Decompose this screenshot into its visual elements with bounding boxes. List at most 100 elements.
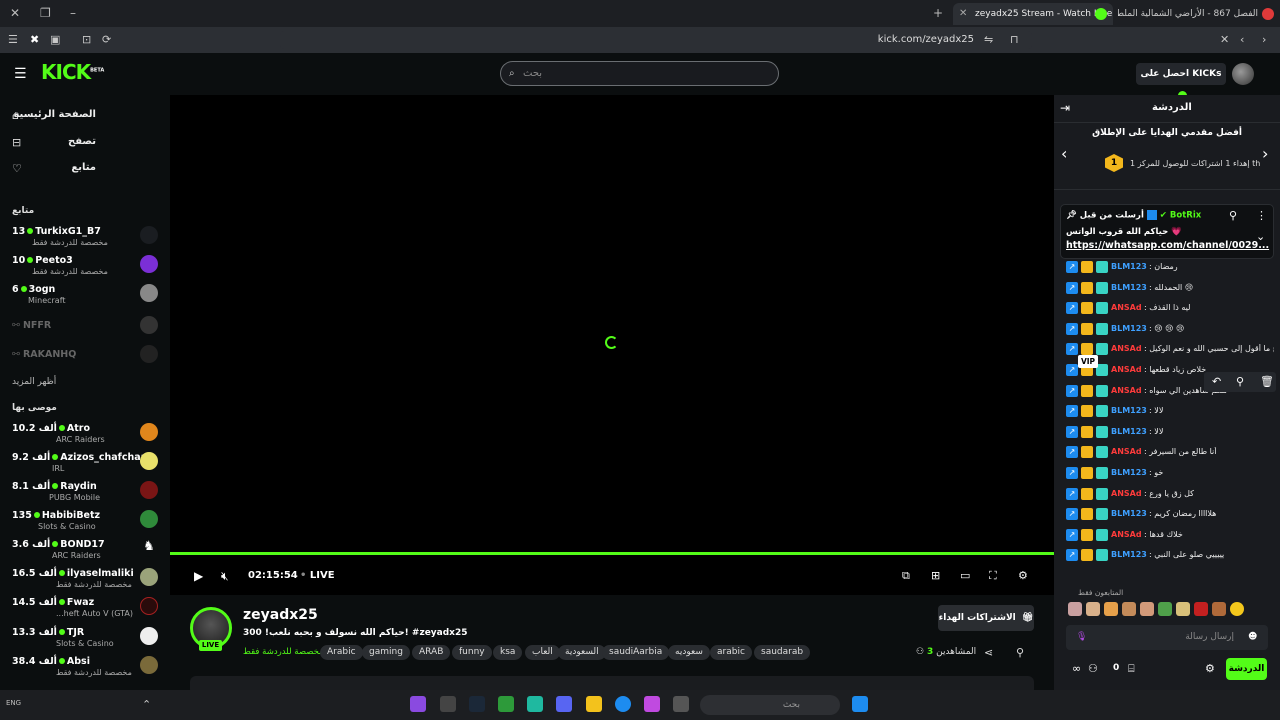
app-discord-icon[interactable] (556, 696, 572, 712)
emote-icon[interactable] (1068, 602, 1082, 616)
chat-message[interactable]: ↗ BLM123: خو (1066, 465, 1274, 483)
play-button[interactable]: ▶ (194, 569, 203, 583)
chat-username[interactable]: BLM123 (1111, 468, 1147, 477)
tag[interactable]: ARAB (412, 645, 451, 660)
stream-category[interactable]: مخصصة للدردشة فقط (243, 647, 324, 657)
chat-message[interactable]: ↗ ANSAd: خلاك قدها (1066, 527, 1274, 545)
chat-message[interactable]: ↗ ANSAd: أنا طالع من السيرفر (1066, 444, 1274, 462)
app-copilot-icon[interactable] (644, 696, 660, 712)
x-app-icon[interactable]: ✖ (30, 33, 39, 47)
windows-start-icon[interactable] (852, 696, 868, 712)
settings-gear-icon[interactable]: ⚙ (1018, 569, 1028, 583)
chat-message[interactable]: ↗ BLM123: الحمدلله 😢 (1066, 280, 1274, 298)
user-avatar[interactable] (1232, 63, 1254, 85)
trash-icon[interactable]: 🗑︎ (1260, 375, 1274, 389)
chat-message[interactable]: ↗ ANSAd: ليه ذا القذف (1066, 300, 1274, 318)
people-icon[interactable]: ⚇ (1088, 662, 1098, 676)
chat-username[interactable]: ANSAd (1111, 386, 1142, 395)
hamburger-menu-icon[interactable]: ☰ (14, 67, 27, 81)
tab-inactive[interactable]: الفصل 867 - الأراضي الشمالية الملطخة (1118, 3, 1278, 25)
pinned-message-link[interactable]: https://whatsapp.com/channel/0029... (1066, 240, 1269, 251)
chat-username[interactable]: BLM123 (1111, 262, 1147, 271)
chat-message[interactable]: ↗ ANSAd: كل زق يا ورع (1066, 486, 1274, 504)
url-field[interactable]: kick.com/zeyadx25 (280, 31, 1032, 49)
emoji-icon[interactable]: ☻ (1248, 625, 1257, 650)
search-input[interactable]: ⌕ بحث (500, 61, 779, 86)
chevron-left-icon[interactable]: ‹ (1061, 146, 1067, 162)
app-kick-icon[interactable] (410, 696, 426, 712)
chat-message[interactable]: ↗ BLM123: رمضان (1066, 259, 1274, 277)
chat-message[interactable]: ↗ BLM123: لالا (1066, 403, 1274, 421)
gift-subscriptions-button[interactable]: الاشتراكات الهداء 🎁︎ (938, 605, 1034, 631)
chat-username[interactable]: BLM123 (1111, 324, 1147, 333)
tag[interactable]: السعودية (558, 645, 606, 660)
minimize-window-icon[interactable]: – (70, 6, 76, 20)
sidebar-channel-3ogn[interactable]: 6 3ogn Minecraft (12, 284, 162, 310)
chat-message[interactable]: ↗ BLM123: لالا (1066, 424, 1274, 442)
tag[interactable]: funny (452, 645, 492, 660)
emote-icon[interactable] (1140, 602, 1154, 616)
app-steam-icon[interactable] (469, 696, 485, 712)
reader-mode-icon[interactable]: ⇋ (984, 33, 993, 47)
chat-settings-icon[interactable]: ⚙ (1205, 662, 1215, 676)
nav-home[interactable]: الصفحة الرئيسية (12, 109, 96, 120)
app-edge-icon[interactable] (615, 696, 631, 712)
chat-username[interactable]: ANSAd (1111, 530, 1142, 539)
tag[interactable]: gaming (362, 645, 410, 660)
emote-icon[interactable] (1212, 602, 1226, 616)
chat-message[interactable]: ↗ BLM123: هلااااا رمضان كريم (1066, 506, 1274, 524)
app-window-icon[interactable] (673, 696, 689, 712)
chevron-up-icon[interactable]: ⌃ (142, 698, 151, 712)
clip-icon[interactable]: ⊞ (931, 569, 940, 583)
tag[interactable]: سعوديه (668, 645, 710, 660)
app-play-icon[interactable] (498, 696, 514, 712)
chat-message[interactable]: ↗ BLM123: يييييي صلو على النبي (1066, 547, 1274, 565)
bookmark-icon[interactable]: ⊓ (1010, 33, 1019, 47)
gift-icon[interactable]: ⌸ (1128, 662, 1135, 676)
sidebar-channel-nffr[interactable]: ⚯ NFFR (12, 316, 162, 346)
tag[interactable]: Arabic (320, 645, 363, 660)
sync-icon[interactable]: ⟳ (102, 33, 111, 47)
sidebar-rec-raydin[interactable]: 8.1 ألف Raydin PUBG Mobile (12, 481, 162, 507)
microphone-icon[interactable]: 🎙︎ (1076, 625, 1087, 650)
close-icon[interactable]: ✕ (1220, 33, 1229, 47)
app-settings-icon[interactable] (440, 696, 456, 712)
chat-username[interactable]: ANSAd (1111, 447, 1142, 456)
back-icon[interactable]: ‹ (1240, 33, 1244, 47)
emote-icon[interactable] (1230, 602, 1244, 616)
screenshot-icon[interactable]: ⊡ (82, 33, 91, 47)
pin-icon[interactable]: ⚲ (1236, 375, 1244, 389)
restore-window-icon[interactable]: ❐ (40, 6, 51, 20)
app-chat-icon[interactable] (527, 696, 543, 712)
new-tab-icon[interactable]: + (933, 6, 943, 20)
emote-icon[interactable] (1194, 602, 1208, 616)
chat-username[interactable]: BLM123 (1111, 550, 1147, 559)
chat-username[interactable]: ANSAd (1111, 365, 1142, 374)
nav-following[interactable]: متابع (12, 162, 96, 173)
tab-close-icon[interactable]: ✕ (959, 3, 967, 25)
emote-icon[interactable] (1158, 602, 1172, 616)
chat-username[interactable]: BLM123 (1111, 406, 1147, 415)
chat-input[interactable]: إرسال رسالة ☻ 🎙︎ (1066, 625, 1268, 650)
emote-icon[interactable] (1176, 602, 1190, 616)
sidebar-rec-ilyaselmaliki[interactable]: 16.5 ألف ilyaselmaliki مخصصة للدردشة فقط (12, 568, 162, 594)
kick-logo[interactable]: KICKBETA (41, 60, 104, 84)
sidebar-rec-bond17[interactable]: 3.6 ألف BOND17 ARC Raiders ♞ (12, 539, 162, 565)
chevron-right-icon[interactable]: › (1262, 146, 1268, 162)
emote-icon[interactable] (1086, 602, 1100, 616)
sidebar-rec-atro[interactable]: 10.2 ألف Atro ARC Raiders (12, 423, 162, 449)
infinity-icon[interactable]: ∞ (1072, 662, 1081, 676)
share-icon[interactable]: ⋖ (984, 646, 993, 660)
sidebar-channel-rakanhq[interactable]: ⚯ RAKANHQ (12, 345, 162, 375)
theater-mode-icon[interactable]: ▭ (960, 569, 970, 583)
nav-browse[interactable]: تصفح (12, 136, 96, 147)
menu-icon[interactable]: ☰ (8, 33, 18, 47)
chat-username[interactable]: BLM123 (1111, 283, 1147, 292)
sidebar-rec-habibibetz[interactable]: 135 HabibiBetz Slots & Casino (12, 510, 162, 536)
sidebar-rec-azizos[interactable]: 9.2 ألف Azizos_chafchaa IRL (12, 452, 162, 478)
follow-user-icon[interactable]: ⚲ (1016, 646, 1024, 660)
chat-username[interactable]: ANSAd (1111, 303, 1142, 312)
video-player[interactable] (170, 95, 1054, 553)
fullscreen-icon[interactable]: ⛶ (989, 569, 997, 583)
app-files-icon[interactable] (586, 696, 602, 712)
